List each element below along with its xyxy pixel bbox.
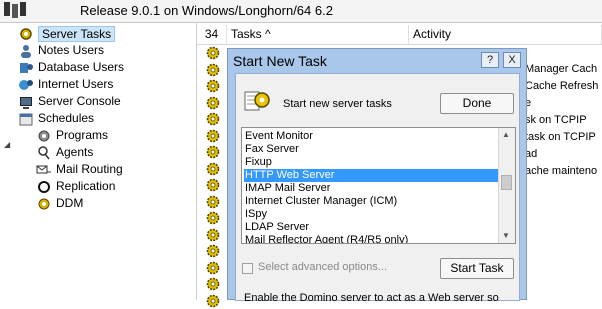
dialog-title: Start New Task	[233, 53, 327, 69]
task-list-item[interactable]: Internet Cluster Manager (ICM)	[244, 195, 499, 208]
replication-icon	[38, 180, 50, 193]
scroll-down-arrow-icon[interactable]: ▼	[502, 231, 510, 240]
tree-item-schedules[interactable]: Schedules	[18, 110, 94, 127]
release-info: Release 9.0.1 on Windows/Longhorn/64 6.2	[80, 3, 333, 18]
activity-cell: ache mainteno	[525, 165, 598, 177]
task-gear-icon	[206, 261, 220, 274]
user-icon	[21, 44, 31, 58]
advanced-options-checkbox[interactable]	[242, 263, 253, 274]
server-tree: Server Tasks Notes Users Database Users …	[0, 23, 197, 300]
dialog-body: Start new server tasks Done Event Monito…	[235, 73, 520, 304]
tree-item-programs[interactable]: Programs	[36, 127, 108, 144]
gear-icon	[20, 27, 32, 40]
task-gear-icon	[206, 145, 220, 159]
task-list-item[interactable]: HTTP Web Server	[244, 169, 499, 182]
column-header-activity[interactable]: Activity	[409, 25, 602, 44]
start-new-task-dialog: Start New Task ? X Start new server task…	[227, 48, 527, 304]
tree-item-notes-users[interactable]: Notes Users	[18, 42, 104, 59]
mail-routing-icon	[36, 165, 51, 173]
task-list-item[interactable]: IMAP Mail Server	[244, 182, 499, 195]
tree-item-server-tasks[interactable]: Server Tasks	[18, 25, 116, 42]
tree-item-label: Notes Users	[38, 43, 105, 57]
task-gear-icon	[206, 46, 220, 60]
activity-cell: Manager Cach	[525, 63, 598, 75]
tree-item-ddm[interactable]: DDM	[36, 195, 83, 212]
tree-item-label: Database Users	[38, 60, 125, 74]
task-listbox[interactable]: Event Monitor Fax Server Fixup HTTP Web Ser…	[241, 127, 516, 244]
title-strip: Release 9.0.1 on Windows/Longhorn/64 6.2	[0, 0, 602, 23]
activity-cell: Cache Refresh	[525, 80, 599, 92]
task-gear-icon	[206, 162, 220, 175]
ddm-icon	[38, 198, 50, 209]
tree-item-label: Agents	[56, 145, 94, 159]
tree-item-label: Mail Routing	[56, 162, 123, 176]
activity-cell: task on TCPIP	[525, 131, 596, 143]
task-gear-icon	[206, 277, 220, 291]
column-header-tasks[interactable]: Tasks ^	[227, 25, 409, 44]
task-list-item[interactable]: Event Monitor	[244, 130, 499, 143]
console-icon	[20, 96, 32, 109]
task-list-item[interactable]: Mail Reflector Agent (R4/R5 only)	[244, 234, 499, 243]
tree-item-label: DDM	[56, 196, 84, 210]
task-gear-icon	[206, 244, 220, 258]
grid-header: 34 Tasks ^ Activity	[197, 25, 602, 45]
task-gear-icon	[206, 96, 220, 109]
tree-item-mail-routing[interactable]: Mail Routing	[36, 161, 123, 178]
activity-cell: sk on TCPIP	[525, 114, 587, 126]
task-list-item[interactable]: LDAP Server	[244, 221, 499, 234]
internet-users-icon	[19, 79, 33, 90]
tree-item-replication[interactable]: Replication	[36, 178, 115, 195]
collapse-arrow-icon[interactable]: ◢	[4, 140, 10, 149]
task-gear-icon	[206, 211, 220, 225]
agents-icon	[38, 145, 50, 159]
tree-item-internet-users[interactable]: Internet Users	[18, 76, 113, 93]
schedules-icon	[19, 113, 33, 125]
tree-item-server-console[interactable]: Server Console	[18, 93, 121, 110]
listbox-scrollbar[interactable]: ▲ ▼	[498, 128, 515, 243]
done-button[interactable]: Done	[440, 93, 514, 114]
tree-item-label: Server Console	[38, 94, 121, 108]
tree-item-agents[interactable]: Agents	[36, 144, 93, 161]
close-button[interactable]: X	[503, 52, 521, 68]
tree-item-label: Programs	[56, 128, 109, 142]
task-count: 34	[197, 25, 227, 44]
task-gear-icon	[206, 228, 220, 241]
dialog-subtitle: Start new server tasks	[283, 98, 392, 110]
database-users-icon	[20, 62, 33, 73]
scroll-up-arrow-icon[interactable]: ▲	[502, 130, 510, 139]
domino-logo-icon	[4, 2, 26, 18]
programs-icon	[38, 130, 50, 141]
task-gear-icon	[206, 294, 220, 307]
tree-item-label: Internet Users	[38, 77, 114, 91]
task-list-item[interactable]: Fax Server	[244, 143, 499, 156]
task-gear-icon	[206, 112, 220, 126]
tree-item-label: Replication	[56, 179, 116, 193]
task-description: Enable the Domino server to act as a Web…	[244, 292, 499, 304]
scroll-thumb[interactable]	[501, 175, 512, 190]
task-gear-icon	[206, 63, 220, 76]
tree-item-label: Server Tasks	[38, 25, 116, 42]
task-gear-icon	[206, 129, 220, 142]
tree-item-database-users[interactable]: Database Users	[18, 59, 124, 76]
task-gear-icon	[206, 195, 220, 208]
help-button[interactable]: ?	[481, 52, 499, 68]
task-gear-icon	[206, 178, 220, 192]
tree-item-label: Schedules	[38, 111, 95, 125]
start-task-button[interactable]: Start Task	[440, 258, 514, 279]
task-gear-icon	[206, 79, 220, 93]
advanced-options-label: Select advanced options...	[258, 261, 388, 273]
server-task-icon	[244, 91, 270, 111]
task-list-item[interactable]: ISpy	[244, 208, 499, 221]
task-list-item[interactable]: Fixup	[244, 156, 499, 169]
